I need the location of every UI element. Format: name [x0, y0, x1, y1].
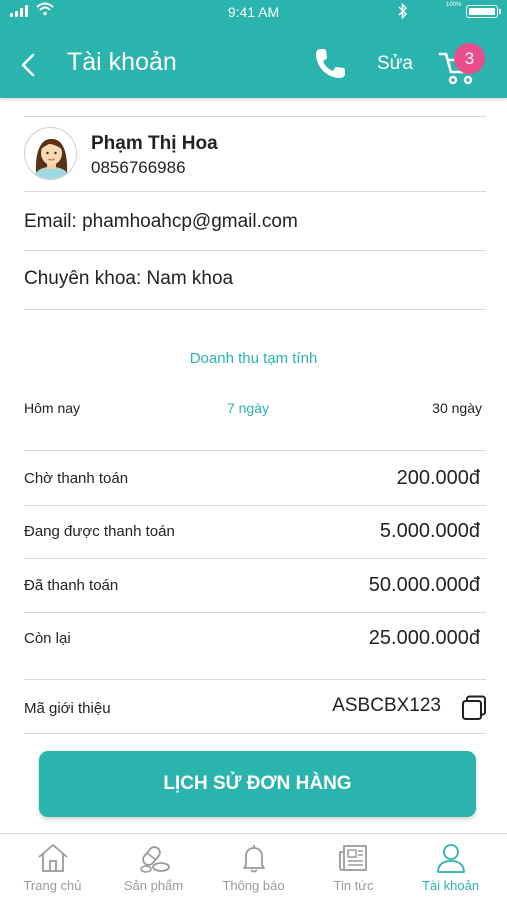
processing-value: 5.000.000đ [379, 520, 480, 542]
order-history-button[interactable]: LỊCH SỬ ĐƠN HÀNG [39, 751, 476, 817]
pending-value: 200.000đ [396, 467, 480, 489]
profile-name: Phạm Thị Hoa [91, 133, 218, 154]
battery-percent: 100% [446, 2, 462, 8]
divider [24, 116, 486, 117]
tab-products[interactable]: Sản phẩm [103, 834, 204, 900]
email-text: Email: phamhoahcp@gmail.com [24, 211, 298, 232]
cart-badge: 3 [454, 43, 485, 74]
home-icon [37, 844, 68, 872]
tab-label: Tin tức [333, 878, 374, 893]
nav-bar: Tài khoản Sửa 3 [0, 34, 507, 92]
divider [24, 450, 486, 451]
tab-home[interactable]: Trang chủ [2, 834, 103, 900]
bluetooth-icon [398, 3, 408, 19]
tab-label: Trang chủ [23, 878, 82, 893]
divider [24, 309, 486, 310]
divider [24, 733, 486, 734]
referral-label: Mã giới thiệu [24, 700, 111, 717]
paid-value: 50.000.000đ [368, 574, 480, 596]
period-30-days[interactable]: 30 ngày [432, 400, 482, 416]
phone-call-icon[interactable] [312, 46, 348, 82]
tab-label: Sản phẩm [123, 878, 184, 893]
avatar [24, 127, 77, 180]
newspaper-icon [338, 845, 367, 871]
specialty-text: Chuyên khoa: Nam khoa [24, 268, 234, 289]
status-time: 9:41 AM [227, 4, 280, 20]
divider [24, 558, 486, 559]
battery-icon [466, 5, 501, 18]
back-icon[interactable] [16, 52, 42, 78]
status-bar: 9:41 AM 100% [0, 0, 507, 24]
edit-button[interactable]: Sửa [377, 53, 413, 75]
copy-icon[interactable] [461, 695, 487, 721]
processing-label: Đang được thanh toán [24, 523, 175, 540]
app-header: 9:41 AM 100% Tài khoản Sửa 3 [0, 0, 507, 98]
pills-icon [139, 846, 170, 873]
tab-label: Tài khoản [421, 878, 480, 893]
tab-label: Thông báo [222, 878, 285, 893]
revenue-title: Doanh thu tạm tính [189, 350, 318, 367]
profile-phone: 0856766986 [91, 158, 186, 177]
pending-label: Chờ thanh toán [24, 470, 129, 487]
divider [24, 505, 486, 506]
tab-notifications[interactable]: Thông báo [203, 834, 304, 900]
remaining-value: 25.000.000đ [368, 627, 480, 649]
page-title: Tài khoản [67, 48, 177, 76]
divider [24, 191, 486, 192]
user-icon [436, 844, 465, 873]
paid-label: Đã thanh toán [24, 577, 119, 594]
tab-account[interactable]: Tài khoản [400, 834, 501, 900]
tab-news[interactable]: Tin tức [303, 834, 404, 900]
period-7-days[interactable]: 7 ngày [0, 400, 496, 416]
referral-code: ASBCBX123 [332, 695, 441, 716]
bell-icon [242, 845, 265, 873]
divider [24, 612, 486, 613]
tab-bar: Trang chủ Sản phẩm Thông báo Tin tức Tài… [0, 833, 507, 900]
divider [24, 250, 486, 251]
divider [24, 679, 486, 680]
remaining-label: Còn lại [24, 630, 71, 647]
